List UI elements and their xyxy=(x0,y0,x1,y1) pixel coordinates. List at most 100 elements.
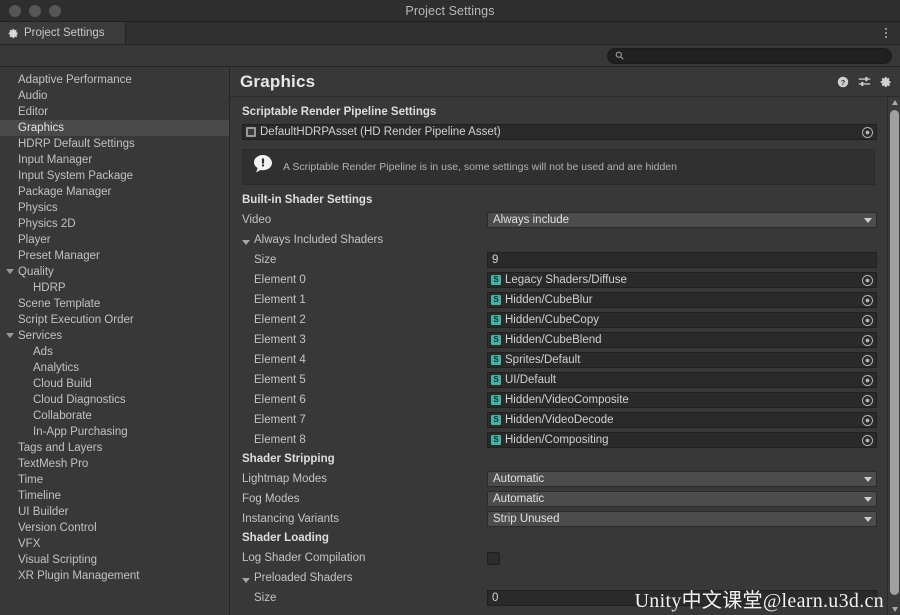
gear-icon[interactable] xyxy=(880,76,892,88)
object-picker-icon[interactable] xyxy=(861,394,874,407)
scroll-down-arrow-icon[interactable] xyxy=(888,604,900,615)
shader-element-value: UI/Default xyxy=(505,374,557,386)
preloaded-size-input[interactable]: 0 xyxy=(487,590,877,606)
shader-element-field[interactable]: S Hidden/CubeBlur xyxy=(487,292,877,308)
stripping-dropdown[interactable]: Automatic xyxy=(487,471,877,487)
sidebar-item-hdrp[interactable]: HDRP xyxy=(0,280,229,296)
search-input[interactable] xyxy=(629,49,884,62)
sidebar-item-player[interactable]: Player xyxy=(0,232,229,248)
sidebar-item-version-control[interactable]: Version Control xyxy=(0,520,229,536)
shader-element-label: Element 4 xyxy=(254,354,306,366)
vertical-scrollbar[interactable] xyxy=(887,97,900,615)
sidebar-item-textmesh-pro[interactable]: TextMesh Pro xyxy=(0,456,229,472)
sidebar-item-preset-manager[interactable]: Preset Manager xyxy=(0,248,229,264)
scroll-up-arrow-icon[interactable] xyxy=(888,97,900,108)
object-picker-icon[interactable] xyxy=(861,274,874,287)
shader-icon: S xyxy=(491,435,501,445)
sidebar-item-audio[interactable]: Audio xyxy=(0,88,229,104)
kebab-menu-icon[interactable] xyxy=(879,22,893,44)
shader-element-field[interactable]: S Sprites/Default xyxy=(487,352,877,368)
sidebar-item-xr-plugin-management[interactable]: XR Plugin Management xyxy=(0,568,229,584)
sidebar-item-analytics[interactable]: Analytics xyxy=(0,360,229,376)
shader-element-value: Hidden/CubeBlur xyxy=(505,294,593,306)
sidebar-item-quality[interactable]: Quality xyxy=(0,264,229,280)
tab-project-settings[interactable]: Project Settings xyxy=(0,22,126,44)
scrollbar-thumb[interactable] xyxy=(890,110,899,595)
sidebar-item-input-system-package[interactable]: Input System Package xyxy=(0,168,229,184)
shader-element-field[interactable]: S Hidden/Compositing xyxy=(487,432,877,448)
sidebar-item-collaborate[interactable]: Collaborate xyxy=(0,408,229,424)
preset-sliders-icon[interactable] xyxy=(858,75,871,88)
object-picker-icon[interactable] xyxy=(861,374,874,387)
object-picker-icon[interactable] xyxy=(861,414,874,427)
foldout-triangle-icon[interactable] xyxy=(242,240,250,245)
shader-icon: S xyxy=(491,335,501,345)
object-picker-icon[interactable] xyxy=(861,294,874,307)
sidebar-item-script-execution-order[interactable]: Script Execution Order xyxy=(0,312,229,328)
shader-element-field[interactable]: S Hidden/CubeBlend xyxy=(487,332,877,348)
shader-element-value: Legacy Shaders/Diffuse xyxy=(505,274,627,286)
object-picker-icon[interactable] xyxy=(861,314,874,327)
sidebar-item-adaptive-performance[interactable]: Adaptive Performance xyxy=(0,72,229,88)
shader-element-field[interactable]: S Hidden/VideoDecode xyxy=(487,412,877,428)
search-box[interactable] xyxy=(607,47,892,64)
sidebar-item-services[interactable]: Services xyxy=(0,328,229,344)
sidebar-item-label: Cloud Build xyxy=(33,378,92,390)
sidebar-item-hdrp-default-settings[interactable]: HDRP Default Settings xyxy=(0,136,229,152)
shader-element-field[interactable]: S Hidden/VideoComposite xyxy=(487,392,877,408)
page-title: Graphics xyxy=(240,71,316,91)
size-input[interactable]: 9 xyxy=(487,252,877,268)
foldout-triangle-icon[interactable] xyxy=(242,578,250,583)
always-included-foldout-row[interactable]: Always Included Shaders xyxy=(230,230,887,250)
shader-element-field[interactable]: S Legacy Shaders/Diffuse xyxy=(487,272,877,288)
sidebar-item-label: Editor xyxy=(18,106,49,118)
close-button[interactable] xyxy=(9,4,21,17)
sidebar-item-ads[interactable]: Ads xyxy=(0,344,229,360)
sidebar-item-cloud-build[interactable]: Cloud Build xyxy=(0,376,229,392)
always-included-elements-list: Element 0 S Legacy Shaders/Diffuse Element … xyxy=(230,270,887,450)
srp-asset-field[interactable]: DefaultHDRPAsset (HD Render Pipeline Ass… xyxy=(242,124,877,140)
shader-element-field[interactable]: S UI/Default xyxy=(487,372,877,388)
sidebar-item-ui-builder[interactable]: UI Builder xyxy=(0,504,229,520)
sidebar-item-label: Input System Package xyxy=(18,170,134,182)
sidebar-item-label: Adaptive Performance xyxy=(18,74,132,86)
settings-sidebar[interactable]: Adaptive Performance Audio Editor Graphics H… xyxy=(0,67,230,615)
sidebar-item-vfx[interactable]: VFX xyxy=(0,536,229,552)
sidebar-item-label: Scene Template xyxy=(18,298,101,310)
sidebar-item-physics[interactable]: Physics xyxy=(0,200,229,216)
object-picker-icon[interactable] xyxy=(861,434,874,447)
object-picker-icon[interactable] xyxy=(861,354,874,367)
sidebar-item-graphics[interactable]: Graphics xyxy=(0,120,229,136)
object-picker-icon[interactable] xyxy=(861,126,874,139)
log-shader-compilation-checkbox[interactable] xyxy=(487,551,500,565)
zoom-button[interactable] xyxy=(49,4,61,17)
foldout-triangle-icon[interactable] xyxy=(6,333,14,338)
sidebar-item-input-manager[interactable]: Input Manager xyxy=(0,152,229,168)
foldout-triangle-icon[interactable] xyxy=(6,269,14,274)
stripping-dropdown[interactable]: Strip Unused xyxy=(487,511,877,527)
sidebar-item-scene-template[interactable]: Scene Template xyxy=(0,296,229,312)
sidebar-item-tags-and-layers[interactable]: Tags and Layers xyxy=(0,440,229,456)
sidebar-item-timeline[interactable]: Timeline xyxy=(0,488,229,504)
object-picker-icon[interactable] xyxy=(861,334,874,347)
shader-element-row: Element 4 S Sprites/Default xyxy=(230,350,887,370)
help-icon[interactable]: ? xyxy=(837,76,849,88)
sidebar-item-label: Services xyxy=(18,330,63,342)
window-controls[interactable] xyxy=(0,4,61,17)
sidebar-item-package-manager[interactable]: Package Manager xyxy=(0,184,229,200)
sidebar-item-editor[interactable]: Editor xyxy=(0,104,229,120)
shader-element-field[interactable]: S Hidden/CubeCopy xyxy=(487,312,877,328)
search-bar-row xyxy=(0,45,900,67)
preloaded-shaders-foldout-row[interactable]: Preloaded Shaders xyxy=(230,568,887,588)
sidebar-item-time[interactable]: Time xyxy=(0,472,229,488)
shader-element-row: Element 6 S Hidden/VideoComposite xyxy=(230,390,887,410)
sidebar-item-label: Ads xyxy=(33,346,53,358)
minimize-button[interactable] xyxy=(29,4,41,17)
stripping-dropdown[interactable]: Automatic xyxy=(487,491,877,507)
sidebar-item-cloud-diagnostics[interactable]: Cloud Diagnostics xyxy=(0,392,229,408)
scrollbar-track[interactable] xyxy=(888,108,900,604)
video-dropdown[interactable]: Always include xyxy=(487,212,877,228)
sidebar-item-physics-2d[interactable]: Physics 2D xyxy=(0,216,229,232)
sidebar-item-visual-scripting[interactable]: Visual Scripting xyxy=(0,552,229,568)
sidebar-item-in-app-purchasing[interactable]: In-App Purchasing xyxy=(0,424,229,440)
